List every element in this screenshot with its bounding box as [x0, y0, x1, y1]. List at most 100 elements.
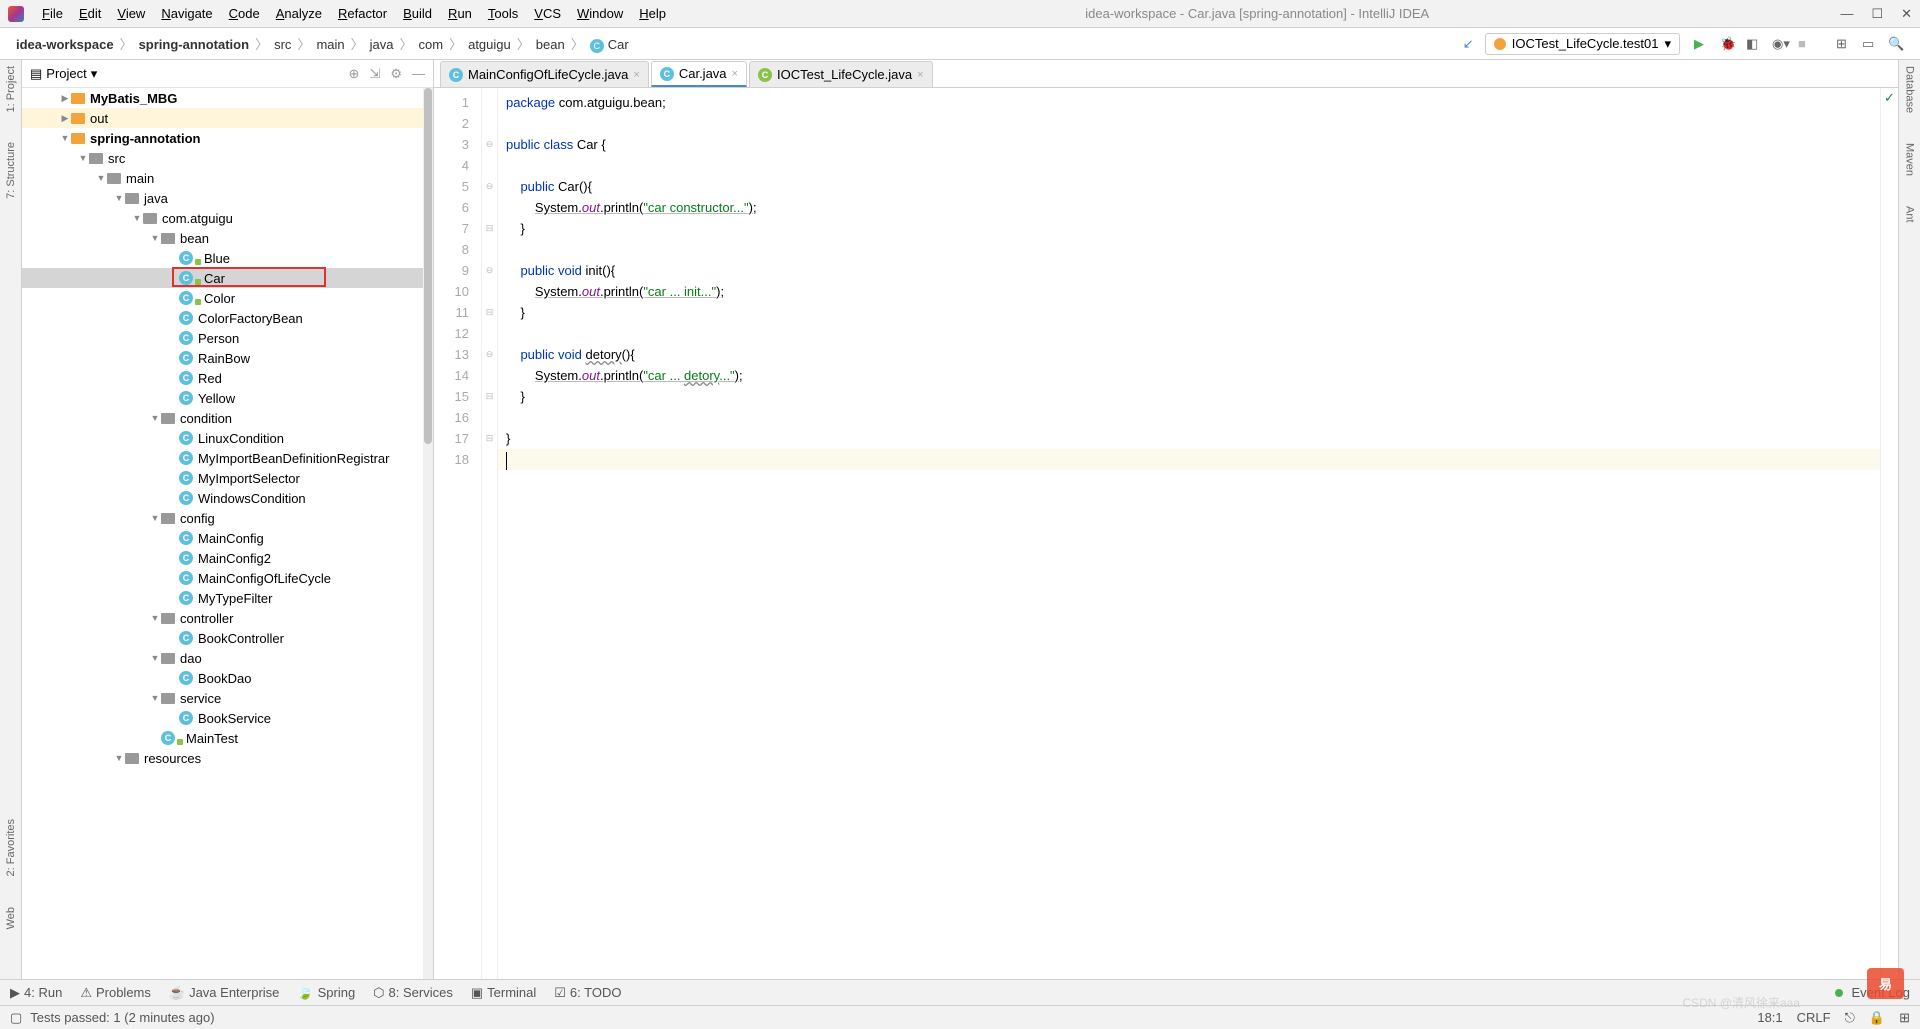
- tool-project[interactable]: 1: Project: [5, 66, 17, 112]
- status-icon[interactable]: ▢: [10, 1010, 22, 1026]
- search-icon[interactable]: 🔍: [1888, 36, 1906, 52]
- tool-spring[interactable]: 🍃 Spring: [297, 985, 355, 1001]
- run-icon[interactable]: ▶: [1694, 36, 1712, 52]
- tree-item-bookservice[interactable]: CBookService: [22, 708, 433, 728]
- tree-item-yellow[interactable]: CYellow: [22, 388, 433, 408]
- tree-item-person[interactable]: CPerson: [22, 328, 433, 348]
- run-configuration-select[interactable]: IOCTest_LifeCycle.test01 ▾: [1485, 33, 1680, 55]
- tree-item-resources[interactable]: ▼resources: [22, 748, 433, 768]
- tree-item-service[interactable]: ▼service: [22, 688, 433, 708]
- minimize-icon[interactable]: —: [1840, 6, 1853, 22]
- readonly-icon[interactable]: 🔒: [1869, 1010, 1885, 1026]
- tool-favorites[interactable]: 2: Favorites: [5, 819, 17, 876]
- breadcrumb-item[interactable]: java: [364, 37, 400, 52]
- breadcrumb-item[interactable]: src: [268, 37, 297, 52]
- tree-item-mainconfig2[interactable]: CMainConfig2: [22, 548, 433, 568]
- tree-item-java[interactable]: ▼java: [22, 188, 433, 208]
- menu-help[interactable]: Help: [631, 6, 674, 21]
- tool-todo[interactable]: ☑ 6: TODO: [554, 985, 621, 1001]
- back-icon[interactable]: ↙: [1463, 36, 1481, 52]
- tree-item-windowscondition[interactable]: CWindowsCondition: [22, 488, 433, 508]
- tree-item-main[interactable]: ▼main: [22, 168, 433, 188]
- tool-javaee[interactable]: ☕ Java Enterprise: [169, 985, 280, 1001]
- tab-close-icon[interactable]: ×: [633, 69, 639, 81]
- menu-vcs[interactable]: VCS: [526, 6, 569, 21]
- tree-item-out[interactable]: ▶out: [22, 108, 433, 128]
- tool-structure[interactable]: 7: Structure: [5, 142, 17, 199]
- tree-item-red[interactable]: CRed: [22, 368, 433, 388]
- menu-refactor[interactable]: Refactor: [330, 6, 395, 21]
- tree-item-maintest[interactable]: CMainTest: [22, 728, 433, 748]
- tool-run[interactable]: ▶ 4: Run: [10, 985, 62, 1001]
- menu-code[interactable]: Code: [221, 6, 268, 21]
- tree-item-linuxcondition[interactable]: CLinuxCondition: [22, 428, 433, 448]
- tab-car-java[interactable]: CCar.java×: [651, 61, 747, 87]
- tool-services[interactable]: ⬡ 8: Services: [373, 985, 453, 1001]
- breadcrumb-item[interactable]: bean: [530, 37, 571, 52]
- debug-icon[interactable]: 🐞: [1720, 36, 1738, 52]
- tree-item-car[interactable]: CCar: [22, 268, 433, 288]
- menu-navigate[interactable]: Navigate: [153, 6, 220, 21]
- breadcrumb-item[interactable]: spring-annotation: [133, 37, 256, 52]
- stop-icon[interactable]: ■: [1798, 36, 1816, 51]
- breadcrumb-item[interactable]: com: [413, 37, 450, 52]
- tool-problems[interactable]: ⚠ Problems: [80, 985, 151, 1001]
- tree-scrollbar[interactable]: [423, 88, 433, 979]
- widgets-icon[interactable]: ⊞: [1899, 1010, 1910, 1026]
- tree-item-bean[interactable]: ▼bean: [22, 228, 433, 248]
- fold-gutter[interactable]: ⊖⊖⊟⊖⊟⊖⊟⊟: [482, 88, 498, 979]
- coverage-icon[interactable]: ◧: [1746, 36, 1764, 52]
- project-view-button[interactable]: ▤ Project ▾: [30, 66, 97, 82]
- tool-maven[interactable]: Maven: [1904, 143, 1916, 176]
- tree-item-rainbow[interactable]: CRainBow: [22, 348, 433, 368]
- menu-file[interactable]: File: [34, 6, 71, 21]
- tree-item-blue[interactable]: CBlue: [22, 248, 433, 268]
- close-icon[interactable]: ✕: [1901, 6, 1912, 22]
- hide-icon[interactable]: —: [412, 66, 425, 82]
- tree-item-spring-annotation[interactable]: ▼spring-annotation: [22, 128, 433, 148]
- tab-close-icon[interactable]: ×: [732, 68, 738, 80]
- code-editor[interactable]: package com.atguigu.bean; public class C…: [498, 88, 1880, 979]
- tree-item-controller[interactable]: ▼controller: [22, 608, 433, 628]
- encoding-icon[interactable]: ⎋: [1845, 1010, 1855, 1026]
- layout-icon[interactable]: ▭: [1862, 36, 1880, 52]
- maximize-icon[interactable]: ☐: [1871, 6, 1883, 22]
- tree-item-mytypefilter[interactable]: CMyTypeFilter: [22, 588, 433, 608]
- tree-item-myimportselector[interactable]: CMyImportSelector: [22, 468, 433, 488]
- tab-close-icon[interactable]: ×: [917, 69, 923, 81]
- tab-ioctest-lifecycle-java[interactable]: CIOCTest_LifeCycle.java×: [749, 61, 933, 87]
- breadcrumb-item[interactable]: atguigu: [462, 37, 517, 52]
- tree-item-mainconfig[interactable]: CMainConfig: [22, 528, 433, 548]
- line-separator[interactable]: CRLF: [1797, 1010, 1831, 1025]
- tree-item-config[interactable]: ▼config: [22, 508, 433, 528]
- breadcrumb-item[interactable]: main: [310, 37, 350, 52]
- structure-icon[interactable]: ⊞: [1836, 36, 1854, 52]
- locate-icon[interactable]: ⊕: [349, 66, 360, 82]
- breadcrumb-item[interactable]: idea-workspace: [10, 37, 120, 52]
- expand-icon[interactable]: ⇲: [369, 66, 380, 82]
- menu-analyze[interactable]: Analyze: [268, 6, 330, 21]
- tool-ant[interactable]: Ant: [1904, 206, 1916, 223]
- tool-database[interactable]: Database: [1904, 66, 1916, 113]
- tree-item-colorfactorybean[interactable]: CColorFactoryBean: [22, 308, 433, 328]
- menu-tools[interactable]: Tools: [480, 6, 526, 21]
- menu-build[interactable]: Build: [395, 6, 440, 21]
- tree-item-myimportbeandefinitionregistrar[interactable]: CMyImportBeanDefinitionRegistrar: [22, 448, 433, 468]
- tree-item-color[interactable]: CColor: [22, 288, 433, 308]
- tree-item-com-atguigu[interactable]: ▼com.atguigu: [22, 208, 433, 228]
- menu-run[interactable]: Run: [440, 6, 480, 21]
- gear-icon[interactable]: ⚙: [390, 66, 402, 82]
- breadcrumb-item[interactable]: CCar: [584, 37, 635, 52]
- inspection-gutter[interactable]: ✓: [1880, 88, 1898, 979]
- tree-item-bookcontroller[interactable]: CBookController: [22, 628, 433, 648]
- menu-edit[interactable]: Edit: [71, 6, 109, 21]
- tool-web[interactable]: Web: [5, 907, 17, 929]
- menu-view[interactable]: View: [109, 6, 153, 21]
- tree-item-mybatis-mbg[interactable]: ▶MyBatis_MBG: [22, 88, 433, 108]
- menu-window[interactable]: Window: [569, 6, 631, 21]
- tree-item-condition[interactable]: ▼condition: [22, 408, 433, 428]
- tree-item-src[interactable]: ▼src: [22, 148, 433, 168]
- profile-icon[interactable]: ◉▾: [1772, 36, 1790, 52]
- line-gutter[interactable]: 123456789101112131415161718: [434, 88, 482, 979]
- tab-mainconfigoflifecycle-java[interactable]: CMainConfigOfLifeCycle.java×: [440, 61, 649, 87]
